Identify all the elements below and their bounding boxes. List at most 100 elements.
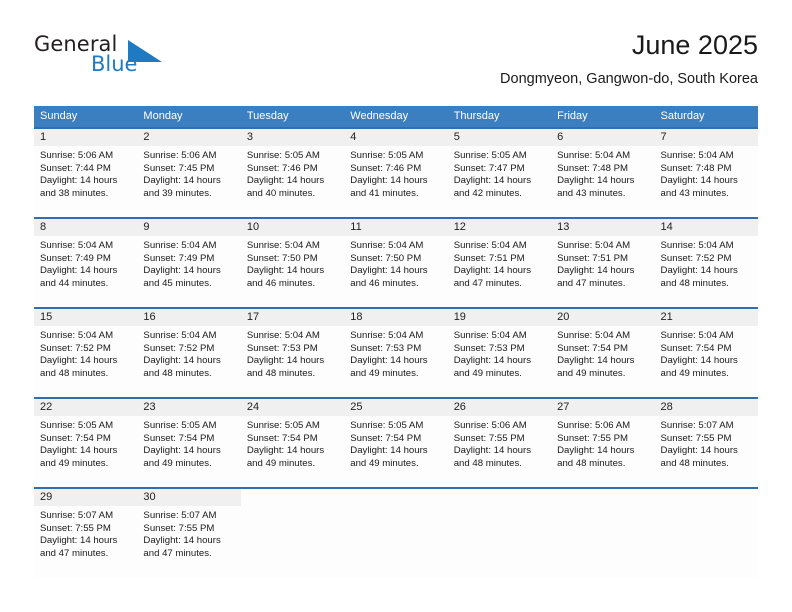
sunrise-text: Sunrise: 5:04 AM (557, 150, 631, 161)
day-cell[interactable]: 17 Sunrise: 5:04 AM Sunset: 7:53 PM Dayl… (240, 309, 345, 397)
day-number-band: 26 (447, 399, 552, 416)
day-number: 25 (350, 401, 363, 413)
day-cell[interactable]: 6 Sunrise: 5:04 AM Sunset: 7:48 PM Dayli… (551, 129, 655, 217)
daylight-text-line1: Daylight: 14 hours (40, 355, 118, 367)
sunset-text: Sunset: 7:55 PM (143, 522, 215, 534)
day-number-band (655, 489, 758, 506)
day-cell[interactable]: 20 Sunrise: 5:04 AM Sunset: 7:54 PM Dayl… (551, 309, 655, 397)
daylight-text-line1: Daylight: 14 hours (453, 355, 532, 367)
day-details: Sunrise: 5:04 AM Sunset: 7:53 PM Dayligh… (344, 326, 447, 386)
daylight-text-line1: Daylight: 14 hours (350, 355, 428, 367)
day-number-band: 12 (447, 219, 552, 236)
day-number-band (448, 489, 551, 506)
daylight-text-line2: and 47 minutes. (453, 277, 522, 289)
daylight-text-line2: and 49 minutes. (350, 367, 419, 379)
calendar-week-row: 29 Sunrise: 5:07 AM Sunset: 7:55 PM Dayl… (34, 487, 758, 577)
day-cell[interactable]: 4 Sunrise: 5:05 AM Sunset: 7:46 PM Dayli… (344, 129, 448, 217)
calendar-week-row: 1 Sunrise: 5:06 AM Sunset: 7:44 PM Dayli… (34, 127, 758, 217)
day-details: Sunrise: 5:05 AM Sunset: 7:54 PM Dayligh… (344, 416, 447, 476)
day-cell[interactable]: 26 Sunrise: 5:06 AM Sunset: 7:55 PM Dayl… (447, 399, 552, 487)
sunset-text: Sunset: 7:55 PM (453, 432, 525, 444)
sunset-text: Sunset: 7:44 PM (40, 162, 111, 174)
day-number-band: 17 (240, 309, 345, 326)
daylight-text-line1: Daylight: 14 hours (350, 445, 428, 457)
daylight-text-line1: Daylight: 14 hours (453, 265, 532, 277)
calendar-page: General Blue June 2025 Dongmyeon, Gangwo… (0, 0, 792, 612)
weekday-header-monday: Monday (143, 110, 183, 122)
day-number: 5 (453, 131, 460, 143)
sunrise-text: Sunrise: 5:07 AM (660, 420, 734, 431)
day-cell[interactable]: 27 Sunrise: 5:06 AM Sunset: 7:55 PM Dayl… (551, 399, 655, 487)
day-cell[interactable]: 2 Sunrise: 5:06 AM Sunset: 7:45 PM Dayli… (137, 129, 241, 217)
weekday-header-sunday: Sunday (40, 110, 78, 122)
day-details: Sunrise: 5:05 AM Sunset: 7:54 PM Dayligh… (34, 416, 137, 476)
day-cell-empty (655, 489, 758, 577)
day-number: 24 (246, 401, 260, 413)
day-number-band: 8 (34, 219, 138, 236)
calendar-week-row: 22 Sunrise: 5:05 AM Sunset: 7:54 PM Dayl… (34, 397, 758, 487)
day-cell[interactable]: 3 Sunrise: 5:05 AM Sunset: 7:46 PM Dayli… (240, 129, 345, 217)
daylight-text-line2: and 46 minutes. (350, 277, 419, 289)
day-cell[interactable]: 1 Sunrise: 5:06 AM Sunset: 7:44 PM Dayli… (34, 129, 138, 217)
day-cell[interactable]: 13 Sunrise: 5:04 AM Sunset: 7:51 PM Dayl… (551, 219, 655, 307)
daylight-text-line2: and 49 minutes. (350, 457, 419, 469)
sunrise-text: Sunrise: 5:05 AM (40, 420, 114, 431)
sunrise-text: Sunrise: 5:07 AM (40, 510, 114, 521)
day-number: 16 (143, 311, 156, 323)
day-cell[interactable]: 24 Sunrise: 5:05 AM Sunset: 7:54 PM Dayl… (240, 399, 345, 487)
daylight-text-line1: Daylight: 14 hours (40, 535, 118, 547)
day-cell[interactable]: 12 Sunrise: 5:04 AM Sunset: 7:51 PM Dayl… (447, 219, 552, 307)
day-cell[interactable]: 5 Sunrise: 5:05 AM Sunset: 7:47 PM Dayli… (447, 129, 552, 217)
day-details: Sunrise: 5:04 AM Sunset: 7:54 PM Dayligh… (655, 326, 758, 386)
sunrise-text: Sunrise: 5:04 AM (557, 240, 631, 251)
day-cell[interactable]: 28 Sunrise: 5:07 AM Sunset: 7:55 PM Dayl… (654, 399, 758, 487)
day-cell[interactable]: 9 Sunrise: 5:04 AM Sunset: 7:49 PM Dayli… (137, 219, 241, 307)
daylight-text-line2: and 49 minutes. (246, 457, 316, 469)
day-number-band: 3 (240, 129, 345, 146)
daylight-text-line2: and 49 minutes. (143, 457, 212, 469)
day-cell[interactable]: 19 Sunrise: 5:04 AM Sunset: 7:53 PM Dayl… (447, 309, 552, 397)
daylight-text-line2: and 47 minutes. (143, 547, 212, 559)
day-number: 19 (453, 311, 466, 323)
day-cell[interactable]: 21 Sunrise: 5:04 AM Sunset: 7:54 PM Dayl… (654, 309, 758, 397)
daylight-text-line1: Daylight: 14 hours (40, 175, 118, 187)
day-cell[interactable]: 14 Sunrise: 5:04 AM Sunset: 7:52 PM Dayl… (654, 219, 758, 307)
weekday-header-friday: Friday (557, 110, 588, 122)
day-number: 2 (143, 131, 150, 143)
day-cell[interactable]: 23 Sunrise: 5:05 AM Sunset: 7:54 PM Dayl… (137, 399, 241, 487)
sunset-text: Sunset: 7:47 PM (453, 162, 525, 174)
day-number: 18 (350, 311, 363, 323)
sunrise-text: Sunrise: 5:05 AM (350, 420, 424, 431)
day-number: 9 (143, 221, 150, 233)
day-number-band (551, 489, 654, 506)
day-details: Sunrise: 5:04 AM Sunset: 7:48 PM Dayligh… (655, 146, 758, 206)
daylight-text-line1: Daylight: 14 hours (143, 355, 221, 367)
sunset-text: Sunset: 7:51 PM (453, 252, 525, 264)
daylight-text-line2: and 43 minutes. (557, 187, 626, 199)
daylight-text-line2: and 45 minutes. (143, 277, 212, 289)
daylight-text-line2: and 48 minutes. (246, 367, 316, 379)
calendar-grid: Sunday Monday Tuesday Wednesday Thursday… (34, 106, 758, 577)
sunset-text: Sunset: 7:53 PM (453, 342, 525, 354)
location-subtitle: Dongmyeon, Gangwon-do, South Korea (500, 71, 758, 87)
logo-text-blue: Blue (91, 52, 138, 76)
day-number-band: 4 (344, 129, 448, 146)
day-cell[interactable]: 10 Sunrise: 5:04 AM Sunset: 7:50 PM Dayl… (240, 219, 345, 307)
day-details: Sunrise: 5:05 AM Sunset: 7:46 PM Dayligh… (241, 146, 344, 206)
sunrise-text: Sunrise: 5:04 AM (350, 240, 424, 251)
day-cell[interactable]: 15 Sunrise: 5:04 AM Sunset: 7:52 PM Dayl… (34, 309, 138, 397)
day-cell[interactable]: 7 Sunrise: 5:04 AM Sunset: 7:48 PM Dayli… (654, 129, 758, 217)
general-blue-logo[interactable]: General Blue (34, 32, 214, 84)
day-details: Sunrise: 5:05 AM Sunset: 7:54 PM Dayligh… (137, 416, 240, 476)
day-cell[interactable]: 22 Sunrise: 5:05 AM Sunset: 7:54 PM Dayl… (34, 399, 138, 487)
day-cell[interactable]: 11 Sunrise: 5:04 AM Sunset: 7:50 PM Dayl… (344, 219, 448, 307)
day-cell[interactable]: 25 Sunrise: 5:05 AM Sunset: 7:54 PM Dayl… (344, 399, 448, 487)
daylight-text-line2: and 39 minutes. (143, 187, 212, 199)
sunrise-text: Sunrise: 5:04 AM (557, 330, 631, 341)
daylight-text-line2: and 49 minutes. (40, 457, 109, 469)
day-cell[interactable]: 16 Sunrise: 5:04 AM Sunset: 7:52 PM Dayl… (137, 309, 241, 397)
day-cell[interactable]: 29 Sunrise: 5:07 AM Sunset: 7:55 PM Dayl… (34, 489, 138, 577)
day-cell[interactable]: 18 Sunrise: 5:04 AM Sunset: 7:53 PM Dayl… (344, 309, 448, 397)
day-cell[interactable]: 8 Sunrise: 5:04 AM Sunset: 7:49 PM Dayli… (34, 219, 138, 307)
day-cell[interactable]: 30 Sunrise: 5:07 AM Sunset: 7:55 PM Dayl… (137, 489, 241, 577)
